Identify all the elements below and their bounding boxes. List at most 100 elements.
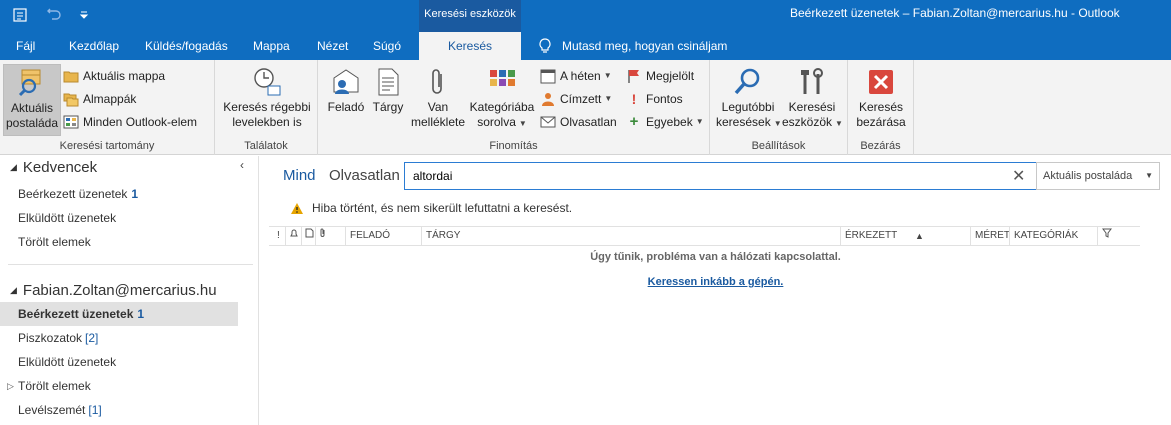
search-tools-caret-icon: ▼ (835, 119, 843, 128)
customize-quick-access-icon[interactable] (72, 4, 96, 26)
flagged-button[interactable]: Megjelölt (626, 66, 694, 86)
favorite-sent[interactable]: Elküldött üzenetek (0, 206, 238, 230)
search-older-label: Keresés régebbi levelekben is (223, 100, 311, 129)
tab-help[interactable]: Súgó (373, 32, 401, 60)
subfolders-icon (63, 93, 79, 107)
send-receive-all-icon[interactable] (8, 4, 32, 26)
account-header[interactable]: ◢ Fabian.Zoltan@mercarius.hu (10, 282, 217, 299)
folder-deleted-expander-icon[interactable]: ▷ (7, 374, 14, 398)
flagged-label: Megjelölt (646, 69, 695, 83)
search-box[interactable]: ✕ (404, 162, 1037, 190)
column-reminder[interactable] (285, 227, 299, 245)
close-search-button[interactable]: Keresés bezárása (854, 64, 908, 130)
recent-searches-label: Legutóbbi keresések (716, 100, 775, 129)
search-scope-value: Aktuális postaláda (1043, 170, 1133, 182)
favorite-inbox[interactable]: Beérkezett üzenetek 1 (0, 182, 238, 206)
ribbon: Aktuális postaláda Aktuális mappa Almapp… (0, 60, 1171, 155)
search-scope-dropdown[interactable]: Aktuális postaláda ▼ (1036, 162, 1160, 190)
important-label: Fontos (646, 92, 683, 106)
column-importance[interactable]: ! (277, 227, 280, 245)
filter-all[interactable]: Mind (283, 167, 316, 184)
from-button[interactable]: Feladó (326, 64, 366, 115)
tab-view[interactable]: Nézet (317, 32, 348, 60)
favorite-deleted[interactable]: Törölt elemek (0, 230, 238, 254)
folder-pane: ‹ ◢ Kedvencek Beérkezett üzenetek 1 Elkül… (0, 156, 259, 425)
folder-deleted[interactable]: ▷ Törölt elemek (0, 374, 238, 398)
search-this-pc-link[interactable]: Keressen inkább a gépén. (260, 276, 1171, 288)
column-filter[interactable] (1097, 227, 1112, 245)
filter-unread[interactable]: Olvasatlan (329, 167, 400, 184)
current-folder-button[interactable]: Aktuális mappa (63, 66, 165, 86)
tab-file[interactable]: Fájl (16, 32, 35, 60)
favorites-header[interactable]: ◢ Kedvencek (10, 159, 97, 176)
unread-button[interactable]: Olvasatlan (540, 112, 617, 132)
folder-inbox-count: 1 (137, 307, 145, 321)
calendar-icon (540, 69, 556, 84)
magnifier-icon (734, 68, 760, 95)
favorite-deleted-label: Törölt elemek (18, 235, 91, 249)
folder-deleted-label: Törölt elemek (18, 379, 91, 393)
this-week-button[interactable]: A héten ▼ (540, 66, 612, 86)
tab-search[interactable]: Keresés (419, 32, 521, 60)
important-button[interactable]: ! Fontos (626, 89, 683, 109)
column-categories[interactable]: KATEGÓRIÁK (1009, 227, 1078, 245)
subfolders-button[interactable]: Almappák (63, 89, 136, 109)
column-from[interactable]: FELADÓ (345, 227, 390, 245)
group-search-scope: Aktuális postaláda Aktuális mappa Almapp… (0, 60, 215, 155)
tab-home[interactable]: Kezdőlap (69, 32, 119, 60)
column-subject[interactable]: TÁRGY (421, 227, 460, 245)
favorites-title: Kedvencek (22, 159, 98, 176)
search-error-message: Hiba történt, és nem sikerült lefuttatni… (290, 201, 572, 215)
search-tools-button[interactable]: Keresési eszközök ▼ (782, 64, 843, 131)
recent-searches-button[interactable]: Legutóbbi keresések ▼ (716, 64, 782, 131)
collapse-pane-icon[interactable]: ‹ (240, 158, 244, 172)
column-header-row: ! FELADÓ TÁRGY ÉRKEZETT ▲ MÉRET KATEGÓRI… (269, 226, 1140, 246)
categories-icon (490, 70, 515, 86)
column-size[interactable]: MÉRET (970, 227, 1010, 245)
folder-drafts[interactable]: Piszkozatok [2] (0, 326, 238, 350)
folder-inbox[interactable]: Beérkezett üzenetek 1 (0, 302, 238, 326)
paperclip-icon (432, 69, 442, 94)
has-attachments-button[interactable]: Van melléklete (410, 64, 466, 130)
subject-button[interactable]: Tárgy (370, 64, 406, 115)
current-mailbox-button[interactable]: Aktuális postaláda (3, 64, 61, 136)
clear-search-icon[interactable]: ✕ (1012, 166, 1025, 186)
tab-send-receive[interactable]: Küldés/fogadás (145, 32, 228, 60)
column-received[interactable]: ÉRKEZETT ▲ (840, 227, 970, 245)
tools-icon (801, 68, 823, 94)
page-icon (305, 228, 314, 238)
folder-sent-label: Elküldött üzenetek (18, 355, 117, 369)
ribbon-tab-strip: Fájl Kezdőlap Küldés/fogadás Mappa Nézet… (0, 32, 1171, 60)
document-icon (378, 68, 399, 96)
group-label-results: Találatok (244, 140, 288, 152)
tab-folder[interactable]: Mappa (253, 32, 290, 60)
column-icon[interactable] (301, 227, 314, 245)
folder-junk[interactable]: Levélszemét [1] (0, 398, 238, 422)
column-attachment[interactable] (315, 227, 327, 245)
exclamation-icon: ! (631, 91, 637, 107)
search-older-button[interactable]: Keresés régebbi levelekben is (221, 64, 313, 130)
sent-to-button[interactable]: Címzett ▼ (540, 89, 612, 109)
sent-to-label: Címzett (560, 92, 602, 106)
empty-list-message: Úgy tűnik, probléma van a hálózati kapcs… (590, 251, 841, 263)
search-input[interactable] (413, 167, 993, 185)
tell-me-box[interactable]: Mutasd meg, hogyan csináljam (538, 32, 727, 60)
folder-sent[interactable]: Elküldött üzenetek (0, 350, 238, 374)
message-list-pane: Mind Olvasatlan ✕ Aktuális postaláda ▼ H… (260, 156, 1171, 425)
favorites-expander-icon: ◢ (10, 162, 17, 172)
attachment-icon (320, 228, 325, 237)
this-week-label: A héten (560, 69, 601, 83)
group-label-options: Beállítások (751, 140, 806, 152)
column-received-label: ÉRKEZETT (845, 230, 898, 241)
subject-label: Tárgy (372, 100, 404, 114)
more-button[interactable]: + Egyebek ▼ (626, 112, 704, 132)
all-outlook-items-button[interactable]: Minden Outlook-elem (63, 112, 197, 132)
categorized-button[interactable]: Kategóriába sorolva ▼ (468, 64, 536, 131)
from-label: Feladó (327, 100, 365, 114)
recipient-icon (542, 93, 554, 106)
window-title: Beérkezett üzenetek – Fabian.Zoltan@merc… (790, 6, 1120, 20)
favorite-inbox-label: Beérkezett üzenetek (18, 187, 128, 201)
folder-drafts-count: [2] (85, 331, 99, 345)
search-tools-label: Keresési eszközök (782, 100, 836, 129)
undo-icon[interactable] (42, 4, 66, 26)
